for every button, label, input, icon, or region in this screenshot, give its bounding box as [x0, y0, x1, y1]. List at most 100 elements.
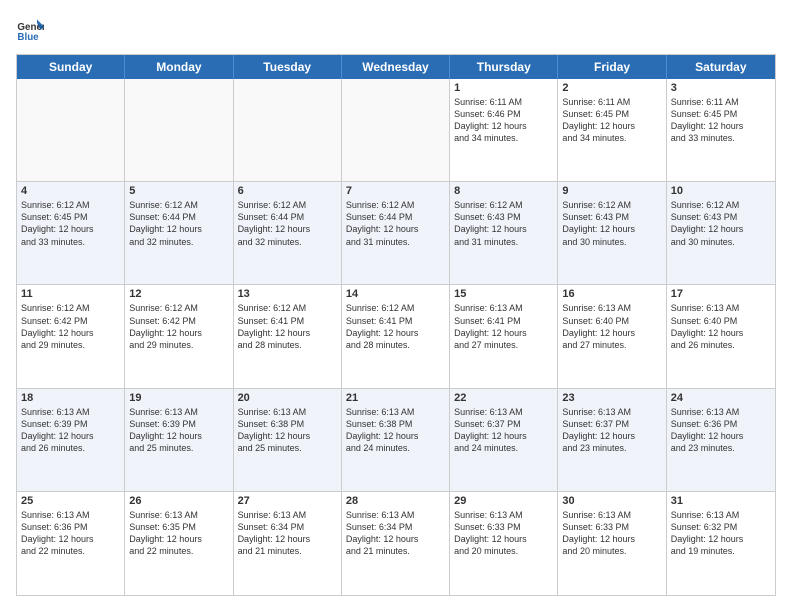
calendar-week: 25Sunrise: 6:13 AM Sunset: 6:36 PM Dayli…: [17, 492, 775, 595]
calendar-cell: 3 Sunrise: 6:11 AM Sunset: 6:45 PM Daylig…: [667, 79, 775, 181]
day-number: 12: [129, 288, 228, 300]
calendar-cell: 8 Sunrise: 6:12 AM Sunset: 6:43 PM Daylig…: [450, 182, 558, 284]
day-number: 20: [238, 392, 337, 404]
weekday-header: Monday: [125, 55, 233, 79]
day-info: Sunrise: 6:13 AM Sunset: 6:40 PM Dayligh…: [671, 302, 771, 351]
weekday-header: Sunday: [17, 55, 125, 79]
day-number: 17: [671, 288, 771, 300]
day-info: Sunrise: 6:13 AM Sunset: 6:34 PM Dayligh…: [346, 509, 445, 558]
day-number: 8: [454, 185, 553, 197]
day-info: Sunrise: 6:12 AM Sunset: 6:43 PM Dayligh…: [454, 199, 553, 248]
day-number: 28: [346, 495, 445, 507]
calendar-cell: 17 Sunrise: 6:13 AM Sunset: 6:40 PM Dayli…: [667, 285, 775, 387]
day-info: Sunrise: 6:13 AM Sunset: 6:37 PM Dayligh…: [454, 406, 553, 455]
day-info: Sunrise: 6:13 AM Sunset: 6:32 PM Dayligh…: [671, 509, 771, 558]
calendar-cell: [342, 79, 450, 181]
calendar-cell: 7 Sunrise: 6:12 AM Sunset: 6:44 PM Daylig…: [342, 182, 450, 284]
day-info: Sunrise: 6:11 AM Sunset: 6:45 PM Dayligh…: [671, 96, 771, 145]
calendar-cell: 9Sunrise: 6:12 AM Sunset: 6:43 PM Daylig…: [558, 182, 666, 284]
calendar-header: SundayMondayTuesdayWednesdayThursdayFrid…: [17, 55, 775, 79]
page: General Blue SundayMondayTuesdayWednesda…: [0, 0, 792, 612]
day-info: Sunrise: 6:13 AM Sunset: 6:33 PM Dayligh…: [454, 509, 553, 558]
weekday-header: Saturday: [667, 55, 775, 79]
calendar-cell: 24 Sunrise: 6:13 AM Sunset: 6:36 PM Dayli…: [667, 389, 775, 491]
day-number: 15: [454, 288, 553, 300]
calendar-cell: 5 Sunrise: 6:12 AM Sunset: 6:44 PM Daylig…: [125, 182, 233, 284]
day-number: 14: [346, 288, 445, 300]
day-info: Sunrise: 6:12 AM Sunset: 6:44 PM Dayligh…: [129, 199, 228, 248]
day-info: Sunrise: 6:13 AM Sunset: 6:40 PM Dayligh…: [562, 302, 661, 351]
day-info: Sunrise: 6:13 AM Sunset: 6:41 PM Dayligh…: [454, 302, 553, 351]
day-number: 21: [346, 392, 445, 404]
day-number: 2: [562, 82, 661, 94]
calendar-cell: 2 Sunrise: 6:11 AM Sunset: 6:45 PM Daylig…: [558, 79, 666, 181]
day-info: Sunrise: 6:13 AM Sunset: 6:36 PM Dayligh…: [21, 509, 120, 558]
calendar-cell: 18 Sunrise: 6:13 AM Sunset: 6:39 PM Dayli…: [17, 389, 125, 491]
day-info: Sunrise: 6:13 AM Sunset: 6:39 PM Dayligh…: [129, 406, 228, 455]
day-number: 31: [671, 495, 771, 507]
day-info: Sunrise: 6:13 AM Sunset: 6:36 PM Dayligh…: [671, 406, 771, 455]
day-number: 26: [129, 495, 228, 507]
calendar-cell: [125, 79, 233, 181]
logo: General Blue: [16, 16, 38, 44]
calendar-cell: 25Sunrise: 6:13 AM Sunset: 6:36 PM Dayli…: [17, 492, 125, 595]
day-number: 19: [129, 392, 228, 404]
day-number: 7: [346, 185, 445, 197]
calendar-cell: 11 Sunrise: 6:12 AM Sunset: 6:42 PM Dayli…: [17, 285, 125, 387]
day-info: Sunrise: 6:12 AM Sunset: 6:41 PM Dayligh…: [238, 302, 337, 351]
weekday-header: Friday: [558, 55, 666, 79]
calendar-week: 1Sunrise: 6:11 AM Sunset: 6:46 PM Daylig…: [17, 79, 775, 182]
day-info: Sunrise: 6:12 AM Sunset: 6:43 PM Dayligh…: [671, 199, 771, 248]
day-info: Sunrise: 6:13 AM Sunset: 6:38 PM Dayligh…: [346, 406, 445, 455]
calendar-cell: 22 Sunrise: 6:13 AM Sunset: 6:37 PM Dayli…: [450, 389, 558, 491]
day-number: 24: [671, 392, 771, 404]
calendar: SundayMondayTuesdayWednesdayThursdayFrid…: [16, 54, 776, 596]
logo-icon: General Blue: [16, 16, 44, 44]
day-number: 3: [671, 82, 771, 94]
calendar-week: 4 Sunrise: 6:12 AM Sunset: 6:45 PM Daylig…: [17, 182, 775, 285]
calendar-cell: [234, 79, 342, 181]
day-info: Sunrise: 6:12 AM Sunset: 6:42 PM Dayligh…: [21, 302, 120, 351]
calendar-cell: 19 Sunrise: 6:13 AM Sunset: 6:39 PM Dayli…: [125, 389, 233, 491]
day-number: 6: [238, 185, 337, 197]
day-info: Sunrise: 6:11 AM Sunset: 6:45 PM Dayligh…: [562, 96, 661, 145]
calendar-cell: 23Sunrise: 6:13 AM Sunset: 6:37 PM Dayli…: [558, 389, 666, 491]
svg-text:Blue: Blue: [17, 32, 39, 43]
day-number: 18: [21, 392, 120, 404]
day-info: Sunrise: 6:12 AM Sunset: 6:44 PM Dayligh…: [238, 199, 337, 248]
day-number: 27: [238, 495, 337, 507]
calendar-cell: 16 Sunrise: 6:13 AM Sunset: 6:40 PM Dayli…: [558, 285, 666, 387]
day-number: 4: [21, 185, 120, 197]
calendar-cell: 27Sunrise: 6:13 AM Sunset: 6:34 PM Dayli…: [234, 492, 342, 595]
weekday-header: Wednesday: [342, 55, 450, 79]
day-number: 11: [21, 288, 120, 300]
day-info: Sunrise: 6:12 AM Sunset: 6:44 PM Dayligh…: [346, 199, 445, 248]
day-number: 16: [562, 288, 661, 300]
day-number: 1: [454, 82, 553, 94]
day-info: Sunrise: 6:12 AM Sunset: 6:43 PM Dayligh…: [562, 199, 661, 248]
header: General Blue: [16, 16, 776, 44]
calendar-cell: 14Sunrise: 6:12 AM Sunset: 6:41 PM Dayli…: [342, 285, 450, 387]
day-info: Sunrise: 6:13 AM Sunset: 6:35 PM Dayligh…: [129, 509, 228, 558]
day-number: 5: [129, 185, 228, 197]
calendar-cell: 13 Sunrise: 6:12 AM Sunset: 6:41 PM Dayli…: [234, 285, 342, 387]
calendar-week: 11 Sunrise: 6:12 AM Sunset: 6:42 PM Dayli…: [17, 285, 775, 388]
day-number: 22: [454, 392, 553, 404]
day-info: Sunrise: 6:13 AM Sunset: 6:37 PM Dayligh…: [562, 406, 661, 455]
calendar-cell: 12 Sunrise: 6:12 AM Sunset: 6:42 PM Dayli…: [125, 285, 233, 387]
day-number: 13: [238, 288, 337, 300]
calendar-cell: 10 Sunrise: 6:12 AM Sunset: 6:43 PM Dayli…: [667, 182, 775, 284]
calendar-cell: 31 Sunrise: 6:13 AM Sunset: 6:32 PM Dayli…: [667, 492, 775, 595]
calendar-cell: 4 Sunrise: 6:12 AM Sunset: 6:45 PM Daylig…: [17, 182, 125, 284]
calendar-cell: 29Sunrise: 6:13 AM Sunset: 6:33 PM Dayli…: [450, 492, 558, 595]
day-info: Sunrise: 6:13 AM Sunset: 6:38 PM Dayligh…: [238, 406, 337, 455]
day-info: Sunrise: 6:13 AM Sunset: 6:39 PM Dayligh…: [21, 406, 120, 455]
calendar-week: 18 Sunrise: 6:13 AM Sunset: 6:39 PM Dayli…: [17, 389, 775, 492]
calendar-cell: 28 Sunrise: 6:13 AM Sunset: 6:34 PM Dayli…: [342, 492, 450, 595]
calendar-cell: 6 Sunrise: 6:12 AM Sunset: 6:44 PM Daylig…: [234, 182, 342, 284]
day-info: Sunrise: 6:12 AM Sunset: 6:42 PM Dayligh…: [129, 302, 228, 351]
day-number: 10: [671, 185, 771, 197]
day-info: Sunrise: 6:12 AM Sunset: 6:45 PM Dayligh…: [21, 199, 120, 248]
calendar-cell: 26 Sunrise: 6:13 AM Sunset: 6:35 PM Dayli…: [125, 492, 233, 595]
day-info: Sunrise: 6:13 AM Sunset: 6:33 PM Dayligh…: [562, 509, 661, 558]
